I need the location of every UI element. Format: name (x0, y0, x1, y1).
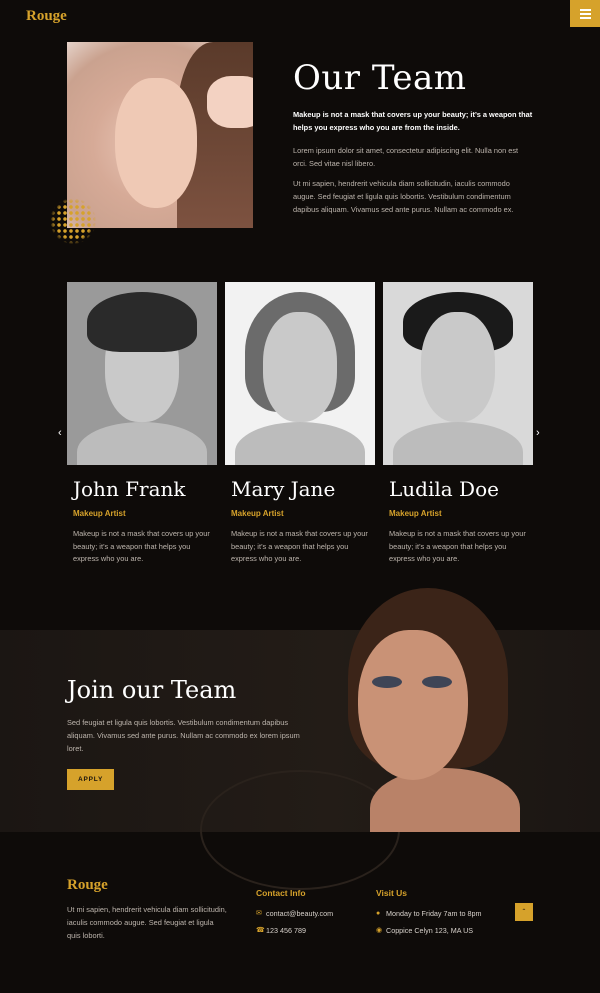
site-logo[interactable]: Rouge (26, 8, 67, 25)
hamburger-icon (579, 12, 591, 15)
carousel-prev-icon[interactable]: ‹ (58, 427, 62, 439)
intro-paragraph-1: Lorem ipsum dolor sit amet, consectetur … (293, 146, 519, 168)
member-photo (225, 282, 375, 465)
hero-image (67, 42, 253, 228)
team-member-card: Ludila Doe Makeup Artist Makeup is not a… (383, 282, 533, 566)
member-role: Makeup Artist (231, 509, 284, 518)
phone-icon: ☎ (256, 927, 265, 934)
intro-section: Our Team Makeup is not a mask that cover… (293, 58, 533, 223)
footer-about: Ut mi sapien, hendrerit vehicula diam so… (67, 905, 227, 940)
visit-title: Visit Us (376, 888, 408, 898)
intro-paragraph-2: Ut mi sapien, hendrerit vehicula diam so… (293, 179, 514, 214)
team-member-card: John Frank Makeup Artist Makeup is not a… (67, 282, 217, 566)
team-member-card: Mary Jane Makeup Artist Makeup is not a … (225, 282, 375, 566)
member-role: Makeup Artist (389, 509, 442, 518)
footer-contact: Contact Info ✉ contact@beauty.com ☎ 123 45… (256, 888, 333, 943)
join-section: Join our Team Sed feugiat et ligula quis… (67, 676, 307, 790)
carousel-next-icon[interactable]: › (536, 427, 540, 439)
member-name: Ludila Doe (389, 477, 499, 501)
contact-phone[interactable]: 123 456 789 (266, 926, 306, 935)
mail-icon: ✉ (256, 910, 262, 917)
apply-button[interactable]: APPLY (67, 769, 115, 790)
visit-hours: Monday to Friday 7am to 8pm (386, 908, 482, 918)
back-to-top-button[interactable]: ˆ (515, 903, 533, 921)
member-description: Makeup is not a mask that covers up your… (389, 529, 526, 563)
member-role: Makeup Artist (73, 509, 126, 518)
member-name: John Frank (73, 477, 186, 501)
member-photo (67, 282, 217, 465)
footer-visit: Visit Us ● Monday to Friday 7am to 8pm ◉ C… (376, 888, 481, 943)
footer-logo[interactable]: Rouge (67, 877, 108, 894)
visit-address: Coppice Celyn 123, MA US (386, 925, 474, 935)
member-photo (383, 282, 533, 465)
join-text: Sed feugiat et ligula quis lobortis. Ves… (67, 718, 300, 753)
join-model-image (330, 588, 520, 832)
decorative-dots (50, 198, 96, 244)
intro-lead: Makeup is not a mask that covers up your… (293, 110, 533, 132)
member-name: Mary Jane (231, 477, 336, 501)
member-description: Makeup is not a mask that covers up your… (231, 529, 368, 563)
clock-icon: ● (376, 909, 381, 917)
member-description: Makeup is not a mask that covers up your… (73, 529, 210, 563)
page-title: Our Team (293, 58, 467, 98)
location-pin-icon: ◉ (376, 927, 383, 934)
join-title: Join our Team (67, 676, 237, 704)
contact-title: Contact Info (256, 888, 306, 898)
menu-button[interactable] (570, 0, 600, 27)
chevron-up-icon: ˆ (522, 907, 526, 917)
contact-email[interactable]: contact@beauty.com (266, 909, 333, 918)
